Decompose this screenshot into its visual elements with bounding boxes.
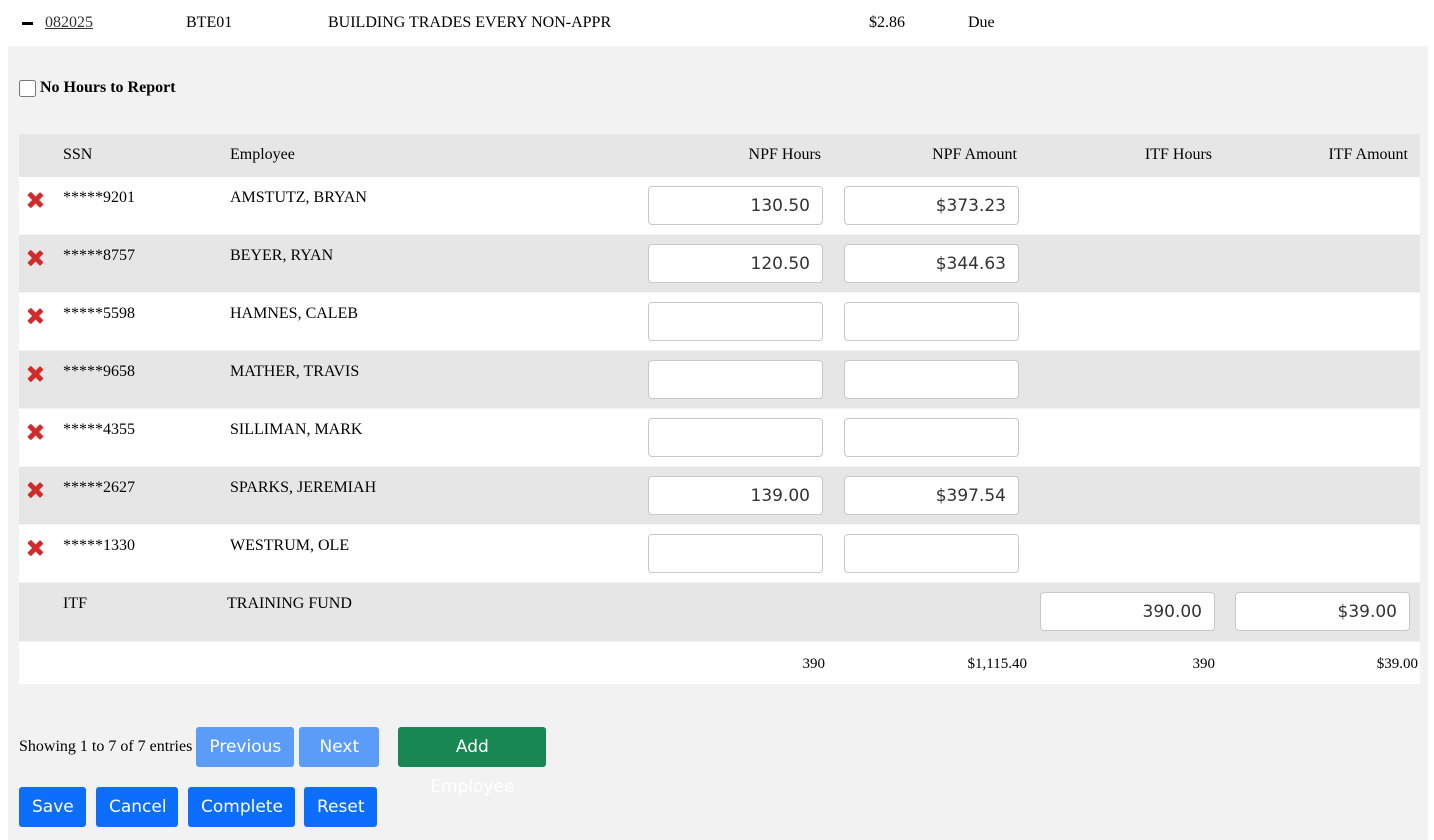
no-hours-to-report[interactable]: No Hours to Report [19,78,176,98]
npf-hours-input[interactable] [648,244,823,283]
employee-ssn: *****9658 [63,363,135,380]
column-header-npf-amount: NPF Amount [932,146,1017,163]
training-fund-code: ITF [63,595,87,612]
employee-name: HAMNES, CALEB [230,305,359,322]
delete-employee-close-icon[interactable] [26,481,44,499]
delete-employee-close-icon[interactable] [26,365,44,383]
training-fund-row: ITF TRAINING FUND [19,583,1420,641]
itf-hours-input[interactable] [1040,592,1215,631]
form-actions: Save Cancel Complete Reset [19,787,387,827]
itf-amount-input[interactable] [1235,592,1410,631]
npf-amount-input[interactable] [844,476,1019,515]
total-itf-hours: 390 [1192,656,1216,672]
npf-hours-input[interactable] [648,302,823,341]
employee-ssn: *****9201 [63,189,135,206]
delete-employee-close-icon[interactable] [26,191,44,209]
employee-name: WESTRUM, OLE [230,537,350,554]
fund-code: BTE01 [186,14,233,31]
column-header-employee: Employee [230,146,295,163]
entries-info: Showing 1 to 7 of 7 entries [19,738,193,755]
table-header-row: SSN Employee NPF Hours NPF Amount ITF Ho… [19,134,1420,177]
npf-hours-input[interactable] [648,186,823,225]
delete-employee-close-icon[interactable] [26,307,44,325]
contribution-code-link[interactable]: 082025 [45,13,93,33]
npf-amount-input[interactable] [844,302,1019,341]
table-row: *****4355 SILLIMAN, MARK [19,409,1420,467]
column-header-npf-hours: NPF Hours [748,146,821,163]
total-itf-amount: $39.00 [1376,656,1418,672]
pagination-bar: Showing 1 to 7 of 7 entries Previous Nex… [19,727,547,797]
employee-ssn: *****5598 [63,305,135,322]
no-hours-label: No Hours to Report [40,79,176,96]
add-employee-button[interactable]: Add Employee [398,727,547,797]
collapse-minus-icon[interactable] [20,12,36,30]
total-npf-amount: $1,115.40 [967,656,1027,672]
table-row: *****9201 AMSTUTZ, BRYAN [19,177,1420,235]
cancel-button[interactable]: Cancel [96,787,178,827]
employee-name: MATHER, TRAVIS [230,363,360,380]
npf-amount-input[interactable] [844,534,1019,573]
delete-employee-close-icon[interactable] [26,423,44,441]
employee-name: SILLIMAN, MARK [230,421,363,438]
fund-rate: $2.86 [869,14,905,31]
npf-hours-input[interactable] [648,476,823,515]
table-row: *****2627 SPARKS, JEREMIAH [19,467,1420,525]
employee-name: AMSTUTZ, BRYAN [230,189,367,206]
table-row: *****5598 HAMNES, CALEB [19,293,1420,351]
npf-amount-input[interactable] [844,360,1019,399]
npf-hours-input[interactable] [648,360,823,399]
table-row: *****8757 BEYER, RYAN [19,235,1420,293]
fund-description: BUILDING TRADES EVERY NON-APPR [328,14,612,31]
employee-ssn: *****4355 [63,421,135,438]
table-row: *****1330 WESTRUM, OLE [19,525,1420,583]
status-label: Due [968,14,995,31]
total-npf-hours: 390 [802,656,826,672]
npf-hours-input[interactable] [648,418,823,457]
column-header-itf-hours: ITF Hours [1144,146,1212,163]
delete-employee-close-icon[interactable] [26,249,44,267]
npf-amount-input[interactable] [844,418,1019,457]
delete-employee-close-icon[interactable] [26,539,44,557]
column-header-ssn: SSN [63,146,93,163]
contribution-header-row: 082025 BTE01 BUILDING TRADES EVERY NON-A… [0,0,1434,46]
complete-button[interactable]: Complete [188,787,295,827]
employee-name: BEYER, RYAN [230,247,334,264]
next-button[interactable]: Next [299,727,380,767]
column-header-itf-amount: ITF Amount [1328,146,1408,163]
npf-amount-input[interactable] [844,186,1019,225]
employee-ssn: *****1330 [63,537,135,554]
previous-button[interactable]: Previous [196,727,295,767]
employee-name: SPARKS, JEREMIAH [230,479,377,496]
employee-ssn: *****8757 [63,247,135,264]
employee-ssn: *****2627 [63,479,135,496]
save-button[interactable]: Save [19,787,86,827]
npf-amount-input[interactable] [844,244,1019,283]
reset-button[interactable]: Reset [304,787,377,827]
employee-hours-table: SSN Employee NPF Hours NPF Amount ITF Ho… [19,134,1420,684]
npf-hours-input[interactable] [648,534,823,573]
totals-row: 390 $1,115.40 390 $39.00 [19,642,1420,684]
no-hours-checkbox[interactable] [19,79,36,97]
training-fund-name: TRAINING FUND [227,595,352,612]
table-row: *****9658 MATHER, TRAVIS [19,351,1420,409]
